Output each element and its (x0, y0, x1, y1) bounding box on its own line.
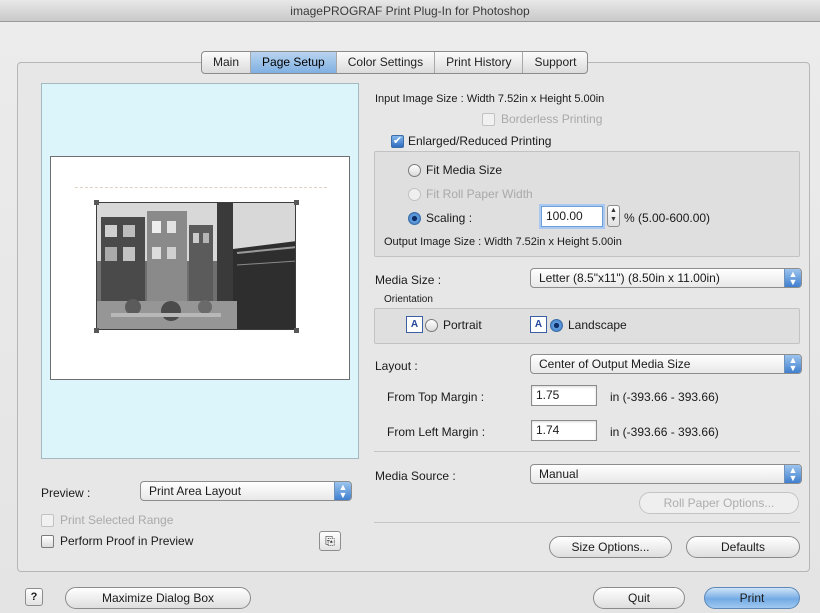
maximize-dialog-button[interactable]: Maximize Dialog Box (65, 587, 251, 609)
divider (374, 522, 800, 523)
quit-button[interactable]: Quit (593, 587, 685, 609)
from-left-margin-input[interactable]: 1.74 (531, 420, 597, 441)
tab-color-settings[interactable]: Color Settings (337, 52, 436, 73)
landscape-label: Landscape (568, 318, 627, 332)
media-size-label: Media Size : (375, 273, 442, 287)
output-image-size: Output Image Size : Width 7.52in x Heigh… (384, 236, 622, 248)
orientation-label: Orientation (384, 294, 433, 305)
popup-arrows-icon: ▲ ▼ (334, 482, 351, 500)
image-handle-bottom-right[interactable] (294, 328, 299, 333)
scaling-input[interactable]: 100.00 (541, 206, 603, 227)
scaling-label: Scaling : (426, 211, 473, 225)
from-top-margin-range: in (-393.66 - 393.66) (610, 390, 719, 404)
fit-media-size-label: Fit Media Size (426, 163, 503, 177)
enlarged-reduced-checkbox[interactable]: ✔ (391, 135, 404, 148)
tab-main[interactable]: Main (202, 52, 252, 73)
defaults-button[interactable]: Defaults (686, 536, 800, 558)
portrait-label: Portrait (443, 318, 482, 332)
preview-mode-popup[interactable]: Print Area Layout ▲ ▼ (140, 481, 352, 501)
scaling-stepper[interactable]: ▲ ▼ (607, 205, 620, 227)
print-button[interactable]: Print (704, 587, 800, 609)
proof-icon: ⎘ (325, 534, 335, 548)
preview-area (41, 83, 359, 459)
portrait-radio[interactable] (425, 319, 438, 332)
from-left-margin-range: in (-393.66 - 393.66) (610, 425, 719, 439)
layout-label: Layout : (375, 359, 418, 373)
fit-roll-paper-width-radio[interactable] (408, 188, 421, 201)
media-source-popup[interactable]: Manual ▲ ▼ (530, 464, 802, 484)
stepper-arrows-icon: ▲ ▼ (610, 207, 617, 223)
enlarged-reduced-label: Enlarged/Reduced Printing (408, 134, 552, 148)
tab-bar: Main Page Setup Color Settings Print His… (201, 51, 589, 74)
popup-arrows-icon: ▲ ▼ (784, 355, 801, 373)
roll-paper-options-button[interactable]: Roll Paper Options... (639, 492, 799, 514)
borderless-printing-label: Borderless Printing (501, 112, 603, 126)
fit-roll-paper-width-label: Fit Roll Paper Width (426, 187, 533, 201)
popup-arrows-icon: ▲ ▼ (784, 269, 801, 287)
portrait-icon: A (406, 316, 423, 333)
perform-proof-label: Perform Proof in Preview (60, 534, 194, 548)
input-image-size: Input Image Size : Width 7.52in x Height… (375, 93, 605, 105)
popup-arrows-icon: ▲ ▼ (784, 465, 801, 483)
layout-value: Center of Output Media Size (539, 357, 691, 371)
print-area-guide (75, 187, 327, 188)
proof-button[interactable]: ⎘ (319, 531, 341, 551)
scaling-radio[interactable] (408, 212, 421, 225)
perform-proof-checkbox[interactable] (41, 535, 54, 548)
image-handle-top-right[interactable] (294, 200, 299, 205)
from-top-margin-label: From Top Margin : (387, 390, 485, 404)
tab-page-setup[interactable]: Page Setup (251, 52, 337, 73)
scaling-range: % (5.00-600.00) (624, 211, 711, 225)
image-handle-top-left[interactable] (94, 200, 99, 205)
media-size-value: Letter (8.5"x11") (8.50in x 11.00in) (539, 271, 720, 285)
size-options-button[interactable]: Size Options... (549, 536, 672, 558)
divider (374, 451, 800, 452)
fit-media-size-radio[interactable] (408, 164, 421, 177)
window-title: imagePROGRAF Print Plug-In for Photoshop (0, 0, 820, 22)
borderless-printing-checkbox[interactable] (482, 113, 495, 126)
landscape-icon: A (530, 316, 547, 333)
from-left-margin-label: From Left Margin : (387, 425, 486, 439)
layout-popup[interactable]: Center of Output Media Size ▲ ▼ (530, 354, 802, 374)
preview-paper (50, 156, 350, 380)
tab-support[interactable]: Support (523, 52, 587, 73)
print-plugin-dialog: imagePROGRAF Print Plug-In for Photoshop… (0, 0, 820, 613)
print-selected-range-checkbox[interactable] (41, 514, 54, 527)
landscape-radio[interactable] (550, 319, 563, 332)
tab-print-history[interactable]: Print History (435, 52, 524, 73)
preview-mode-value: Print Area Layout (149, 484, 242, 498)
print-selected-range-label: Print Selected Range (60, 513, 174, 527)
media-source-value: Manual (539, 467, 579, 481)
help-icon[interactable]: ? (25, 588, 43, 606)
preview-image[interactable] (96, 202, 296, 330)
media-source-label: Media Source : (375, 469, 456, 483)
from-top-margin-input[interactable]: 1.75 (531, 385, 597, 406)
preview-label: Preview : (41, 486, 91, 500)
checkmark-icon: ✔ (392, 135, 403, 147)
image-handle-bottom-left[interactable] (94, 328, 99, 333)
media-size-popup[interactable]: Letter (8.5"x11") (8.50in x 11.00in) ▲ ▼ (530, 268, 802, 288)
